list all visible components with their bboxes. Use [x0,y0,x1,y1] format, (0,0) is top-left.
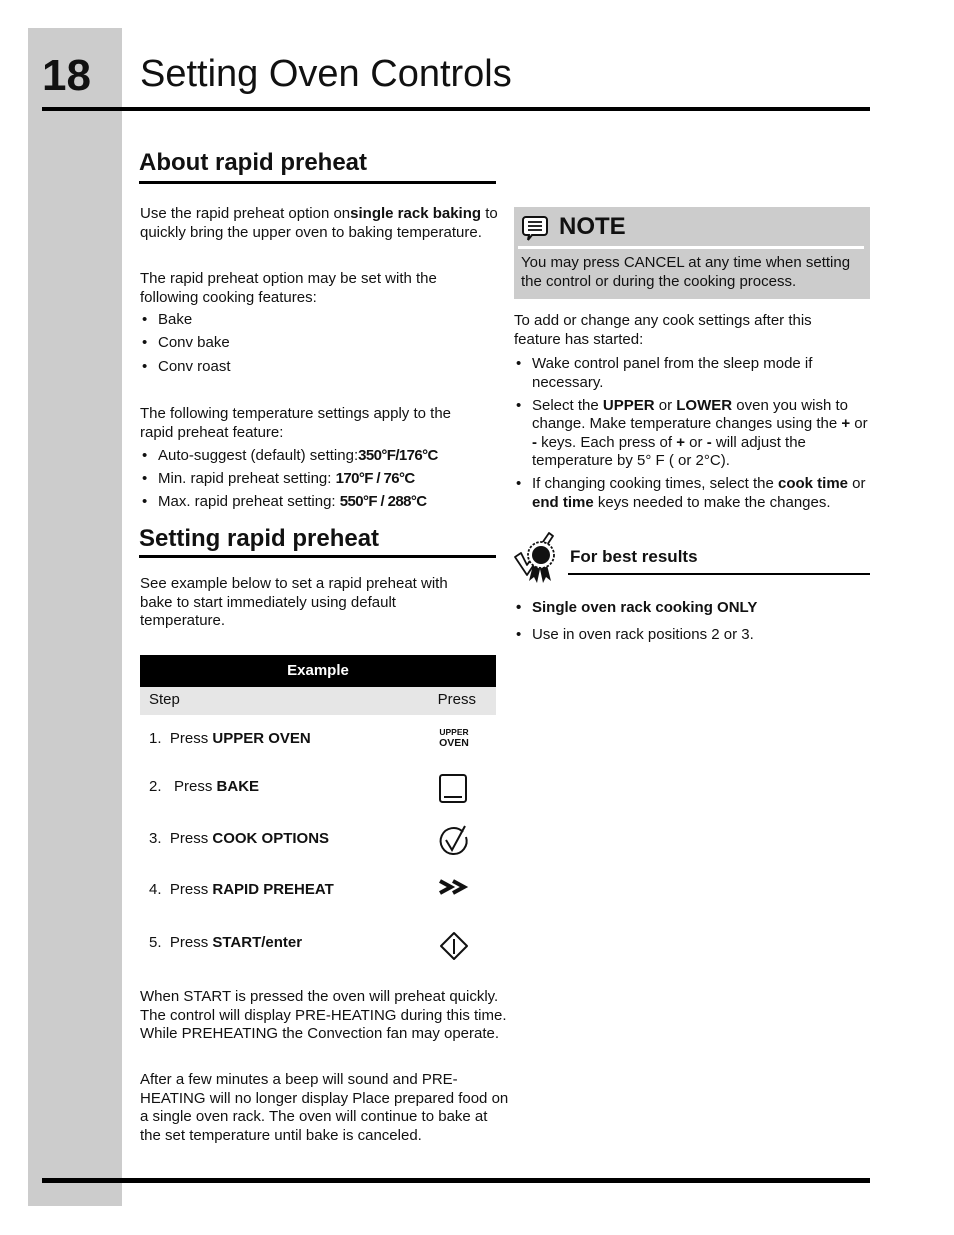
page-number: 18 [42,51,91,100]
temp-value: 170°F / 76°C [335,470,416,488]
temps-list: Auto-suggest (default) setting:350°F/176… [140,447,500,512]
col-step: Step [149,691,180,708]
step-key: COOK OPTIONS [212,830,330,847]
temp-item: Max. rapid preheat setting: 550°F / 288°… [140,493,500,512]
step-num: 1. [149,730,162,747]
change-item: If changing cooking times, select the co… [514,475,869,512]
step-key: START/enter [212,934,303,951]
table-row: 2. Press BAKE [140,774,496,817]
start-diamond-icon [440,932,468,960]
change-item: Select the UPPER or LOWER oven you wish … [514,397,869,471]
step-num: 2. [149,778,162,795]
step-num: 4. [149,881,162,898]
table-row: 3. Press COOK OPTIONS [140,825,496,869]
temp-label: Max. rapid preheat setting: [158,493,340,511]
bake-key-icon [439,774,467,803]
table-row: 1. Press UPPER OVEN UPPER OVEN [140,727,496,769]
change-list: Wake control panel from the sleep mode i… [514,355,869,513]
example-table-title: Example [140,655,496,687]
note-rule [518,246,864,249]
award-ribbon-check-icon [514,532,555,583]
step-prefix: Press [169,730,213,747]
temp-value: 350°F/176°C [358,447,438,464]
change-intro: To add or change any cook settings after… [514,312,812,348]
best-results-title: For best results [570,547,698,566]
example-table-header: Step Press [140,687,496,715]
feature-item: Conv roast [140,358,480,377]
temp-label: Auto-suggest (default) setting: [158,447,359,464]
title-rule [42,107,870,111]
step-num: 3. [149,830,162,847]
step-prefix: Press [169,881,213,898]
setting-heading-rule [139,555,496,558]
about-heading-rule [139,181,496,184]
note-box: NOTE You may press CANCEL at any time wh… [514,207,870,299]
sidebar-band [28,28,122,1206]
setting-intro: See example below to set a rapid preheat… [140,575,448,630]
best-results-rule [568,573,870,575]
note-text: You may press CANCEL at any time when se… [521,254,851,290]
table-row: 5. Press START/enter [140,932,496,973]
step-key: RAPID PREHEAT [212,881,334,898]
step-text: 1. Press UPPER OVEN [149,729,311,749]
temp-item: Auto-suggest (default) setting:350°F/176… [140,447,500,466]
features-list: Bake Conv bake Conv roast [140,311,480,376]
about-intro: Use the rapid preheat option onsingle ra… [140,205,505,242]
after-start-paragraph: When START is pressed the oven will preh… [140,988,507,1043]
step-prefix: Press [169,830,213,847]
feature-item: Conv bake [140,334,480,353]
step-prefix: Press [169,934,213,951]
col-press: Press [437,691,476,708]
step-num: 5. [149,934,162,951]
temp-label: Min. rapid preheat setting: [158,470,336,488]
example-table: Example Step Press [140,655,496,715]
footer-rule [42,1178,870,1183]
feature-item: Bake [140,311,480,330]
temp-value: 550°F / 288°C [339,493,427,511]
upper-oven-line2: OVEN [439,737,469,749]
note-title: NOTE [559,213,626,240]
page-title: Setting Oven Controls [140,53,512,95]
about-intro-bold: single rack baking [350,205,482,222]
change-item: Wake control panel from the sleep mode i… [514,355,869,392]
step-prefix: Press [174,778,217,795]
about-intro-text: Use the rapid preheat option on [140,205,351,222]
rapid-preheat-chevrons-icon [439,879,469,895]
step-text: 4. Press RAPID PREHEAT [149,880,334,900]
best-results-item: Single oven rack cooking ONLY [514,599,869,618]
best-results-list: Single oven rack cooking ONLY Use in ove… [514,599,869,645]
cook-options-check-icon [439,825,468,855]
temp-item: Min. rapid preheat setting: 170°F / 76°C [140,470,500,489]
best-results-item: Use in oven rack positions 2 or 3. [514,626,869,645]
step-text: 2. Press BAKE [149,777,259,797]
after-beep-paragraph: After a few minutes a beep will sound an… [140,1071,509,1144]
step-text: 3. Press COOK OPTIONS [149,829,329,849]
temps-intro: The following temperature settings apply… [140,405,452,441]
table-row: 4. Press RAPID PREHEAT [140,879,496,920]
upper-oven-key-icon: UPPER OVEN [436,727,472,763]
features-intro: The rapid preheat option may be set with… [140,270,437,306]
step-text: 5. Press START/enter [149,933,302,953]
step-key: BAKE [216,778,260,795]
note-speech-bubble-icon [522,216,548,241]
setting-heading: Setting rapid preheat [139,525,380,552]
step-key: UPPER OVEN [212,730,311,747]
about-heading: About rapid preheat [139,149,368,176]
